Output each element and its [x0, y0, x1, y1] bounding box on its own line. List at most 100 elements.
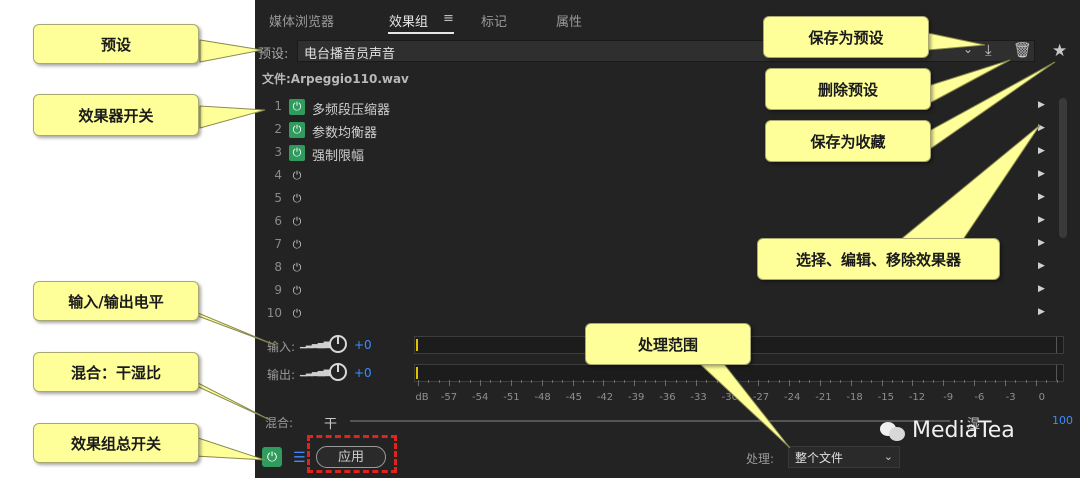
db-tick — [1036, 380, 1037, 386]
db-tick — [891, 380, 893, 383]
callout-preset: 预设 — [33, 24, 199, 64]
output-gain-knob[interactable] — [329, 363, 347, 381]
db-tick — [727, 380, 728, 386]
db-tick — [479, 380, 481, 386]
power-icon[interactable]: ⏻ — [289, 145, 305, 161]
tab-media-browser[interactable]: 媒体浏览器 — [269, 11, 334, 30]
rack-slot[interactable]: 1 ⏻ 多频段压缩器 ▶ — [262, 96, 1054, 119]
triangle-right-icon[interactable]: ▶ — [1038, 284, 1045, 294]
db-tick — [840, 380, 842, 383]
db-unit-label: dB — [415, 392, 429, 403]
input-gain-knob[interactable] — [329, 335, 347, 353]
db-tick-label: -24 — [784, 392, 801, 403]
power-icon[interactable]: ⏻ — [289, 283, 305, 299]
rack-slot[interactable]: 9 ⏻ ▶ — [262, 280, 1054, 303]
db-tick — [902, 380, 904, 383]
triangle-right-icon[interactable]: ▶ — [1038, 146, 1045, 156]
meter-peak — [416, 367, 418, 379]
tab-effects-rack[interactable]: 效果组 — [389, 11, 428, 30]
power-icon[interactable]: ⏻ — [289, 260, 305, 276]
db-tick — [541, 380, 543, 386]
db-tick — [1046, 380, 1048, 383]
db-tick — [644, 380, 646, 383]
rack-slot[interactable]: 6 ⏻ ▶ — [262, 211, 1054, 234]
triangle-right-icon[interactable]: ▶ — [1038, 169, 1045, 179]
callout-effect-switch: 效果器开关 — [33, 94, 199, 136]
rack-slot[interactable]: 3 ⏻ 强制限幅 ▶ — [262, 142, 1054, 165]
meter-peak — [416, 339, 418, 351]
db-tick — [593, 380, 595, 383]
tab-markers[interactable]: 标记 — [481, 11, 507, 30]
effect-name[interactable]: 参数均衡器 — [312, 122, 377, 141]
db-tick — [654, 380, 656, 383]
power-icon[interactable]: ⏻ — [289, 122, 305, 138]
callout-process-range: 处理范围 — [585, 323, 751, 365]
db-tick-label: -12 — [908, 392, 926, 403]
power-icon[interactable]: ⏻ — [289, 214, 305, 230]
db-tick — [819, 380, 821, 386]
db-tick — [788, 380, 790, 386]
download-save-icon[interactable]: ⤓ — [985, 41, 992, 59]
list-icon[interactable]: ☰ — [293, 450, 306, 466]
db-tick — [613, 380, 615, 383]
wechat-icon — [880, 420, 906, 442]
process-range-dropdown[interactable]: 整个文件 ⌄ — [788, 446, 900, 468]
trash-icon[interactable]: 🗑 — [1013, 41, 1032, 59]
triangle-right-icon[interactable]: ▶ — [1038, 123, 1045, 133]
db-tick — [521, 380, 522, 383]
meter-end — [1056, 365, 1057, 381]
input-gain-value[interactable]: +0 — [354, 338, 372, 352]
effect-name[interactable]: 多频段压缩器 — [312, 99, 390, 118]
db-tick — [943, 380, 945, 386]
power-icon[interactable]: ⏻ — [289, 306, 305, 322]
db-tick — [768, 380, 770, 383]
star-icon[interactable]: ★ — [1052, 41, 1067, 61]
triangle-right-icon[interactable]: ▶ — [1038, 100, 1045, 110]
tab-properties[interactable]: 属性 — [556, 11, 582, 30]
triangle-right-icon[interactable]: ▶ — [1038, 215, 1045, 225]
slot-number: 3 — [274, 145, 282, 159]
callout-master-switch: 效果组总开关 — [33, 423, 199, 463]
rack-slot[interactable]: 5 ⏻ ▶ — [262, 188, 1054, 211]
mix-percent-value[interactable]: 100 — [1052, 414, 1073, 427]
db-tick — [984, 380, 986, 383]
power-icon[interactable]: ⏻ — [289, 99, 305, 115]
power-icon[interactable]: ⏻ — [289, 237, 305, 253]
db-tick — [871, 380, 873, 383]
mix-slider[interactable] — [350, 420, 950, 422]
slot-number: 9 — [274, 283, 282, 297]
db-tick — [881, 380, 883, 386]
db-tick — [922, 380, 924, 383]
db-tick-label: -15 — [877, 392, 894, 403]
slot-number: 2 — [274, 122, 282, 136]
slot-number: 6 — [274, 214, 282, 228]
db-scale: dB -57 -54 -51 -48 -45 -42 -39 -36 -33 -30 -27 -24-… — [414, 380, 1064, 404]
hamburger-menu-icon[interactable]: ≡ — [443, 11, 454, 26]
output-gain-value[interactable]: +0 — [354, 366, 372, 380]
apply-highlight-box — [307, 435, 397, 473]
triangle-right-icon[interactable]: ▶ — [1038, 261, 1045, 271]
power-icon[interactable]: ⏻ — [289, 191, 305, 207]
meter-end — [1056, 337, 1057, 353]
effect-name[interactable]: 强制限幅 — [312, 145, 364, 164]
input-label: 输入: — [267, 340, 296, 354]
triangle-right-icon[interactable]: ▶ — [1038, 307, 1045, 317]
db-tick — [634, 380, 636, 386]
triangle-right-icon[interactable]: ▶ — [1038, 238, 1045, 248]
master-power-icon[interactable]: ⏻ — [262, 447, 282, 467]
db-tick — [850, 380, 852, 386]
db-tick — [953, 380, 955, 383]
process-label: 处理: — [746, 452, 775, 466]
callout-io-level: 输入/输出电平 — [33, 281, 199, 321]
rack-slot[interactable]: 2 ⏻ 参数均衡器 ▶ — [262, 119, 1054, 142]
db-tick — [1005, 380, 1007, 386]
process-range-value: 整个文件 — [795, 451, 844, 465]
db-tick — [490, 380, 492, 383]
db-tick — [737, 380, 739, 383]
triangle-right-icon[interactable]: ▶ — [1038, 192, 1045, 202]
rack-scrollbar[interactable] — [1059, 98, 1067, 238]
db-tick — [624, 380, 625, 383]
rack-slot[interactable]: 4 ⏻ ▶ — [262, 165, 1054, 188]
power-icon[interactable]: ⏻ — [289, 168, 305, 184]
chevron-down-icon[interactable]: ⌄ — [963, 42, 973, 56]
